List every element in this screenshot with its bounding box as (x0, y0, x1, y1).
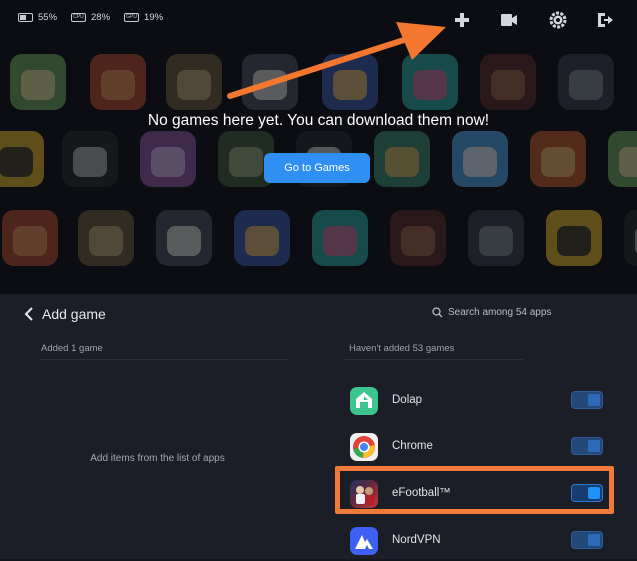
search-icon (432, 307, 443, 318)
app-row-dolap[interactable]: Dolap (345, 381, 625, 421)
divider (345, 359, 523, 360)
panel-header: Add game Search among 54 apps (0, 294, 637, 334)
empty-library-message: No games here yet. You can download them… (147, 112, 490, 129)
add-toggle[interactable] (571, 437, 603, 455)
go-to-games-button[interactable]: Go to Games (264, 153, 370, 183)
cpu-icon: CPU (71, 13, 87, 22)
record-icon[interactable] (498, 9, 520, 31)
divider (39, 359, 289, 360)
add-game-icon[interactable] (451, 9, 473, 31)
app-row-nordvpn[interactable]: NordVPN (345, 521, 625, 561)
add-toggle[interactable] (571, 391, 603, 409)
app-name: Chrome (392, 440, 433, 452)
cpu-status: CPU 28% (71, 12, 110, 23)
back-icon[interactable] (22, 306, 36, 322)
app-name: Dolap (392, 394, 423, 406)
status-bar: 55% CPU 28% GPU 19% (18, 12, 163, 23)
search-placeholder: Search among 54 apps (448, 307, 552, 318)
empty-added-hint: Add items from the list of apps (90, 453, 225, 464)
chrome-icon (350, 433, 378, 461)
gpu-icon: GPU (124, 13, 140, 22)
game-library: 55% CPU 28% GPU 19% No games here yet. Y… (0, 0, 637, 294)
exit-icon[interactable] (594, 9, 616, 31)
dolap-icon (350, 387, 378, 415)
settings-icon[interactable] (547, 9, 569, 31)
top-action-bar (448, 9, 623, 31)
battery-icon (18, 13, 33, 22)
search-input[interactable]: Search among 54 apps (432, 307, 551, 318)
not-added-games-header: Haven't added 53 games (349, 343, 455, 354)
annotation-highlight-box (335, 466, 614, 514)
added-games-header: Added 1 game (41, 343, 103, 354)
app-name: NordVPN (392, 534, 441, 546)
nordvpn-icon (350, 527, 378, 555)
add-toggle[interactable] (571, 531, 603, 549)
app-row-chrome[interactable]: Chrome (345, 427, 625, 467)
add-game-panel: Add game Search among 54 apps Added 1 ga… (0, 294, 637, 559)
gpu-status: GPU 19% (124, 12, 163, 23)
battery-status: 55% (18, 12, 57, 23)
page-title: Add game (42, 306, 106, 322)
